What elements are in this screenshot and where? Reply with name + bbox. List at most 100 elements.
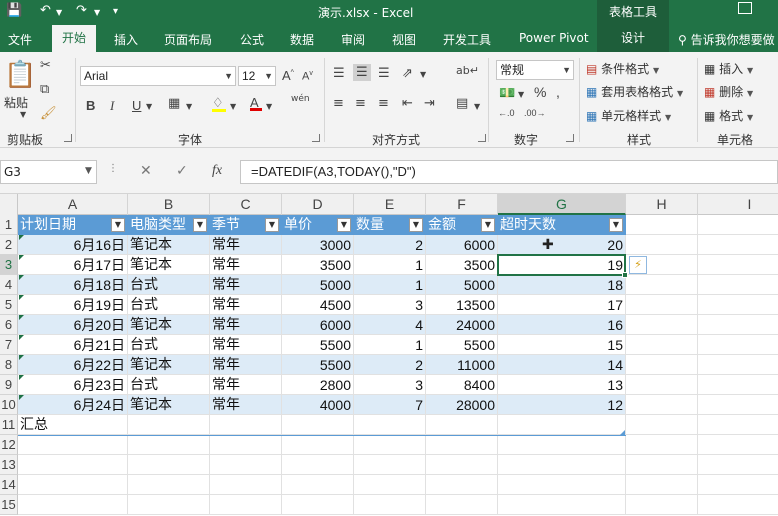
grid-cell[interactable]	[626, 215, 698, 235]
table-cell[interactable]: 常年	[210, 315, 282, 335]
row-header-14[interactable]: 14	[0, 475, 18, 495]
comma-style-icon[interactable]: ,	[556, 84, 560, 100]
table-cell[interactable]: 1	[354, 275, 426, 295]
row-header-2[interactable]: 2	[0, 235, 18, 255]
table-cell[interactable]: 28000	[426, 395, 498, 415]
alignment-launcher-icon[interactable]	[478, 134, 486, 142]
save-icon[interactable]: 💾	[6, 3, 22, 18]
merge-dropdown-icon[interactable]: ▼	[474, 102, 480, 111]
decrease-decimal-icon[interactable]: .00→	[524, 108, 546, 118]
table-resize-handle[interactable]	[620, 430, 625, 435]
table-cell[interactable]: 台式	[128, 295, 210, 315]
paste-icon[interactable]: 📋	[4, 60, 36, 90]
format-painter-icon[interactable]: 🖌	[40, 106, 57, 121]
error-indicator-icon[interactable]	[19, 295, 24, 300]
table-cell[interactable]: 6月22日	[18, 355, 128, 375]
increase-font-icon[interactable]: A^	[282, 68, 294, 83]
grid-cell[interactable]	[626, 455, 698, 475]
grid-cell[interactable]	[210, 495, 282, 515]
number-format-combo[interactable]: 常规 ▼	[496, 60, 574, 80]
formula-input[interactable]: =DATEDIF(A3,TODAY(),"D")	[240, 160, 778, 184]
table-cell[interactable]: 8400	[426, 375, 498, 395]
table-cell[interactable]: 2	[354, 355, 426, 375]
grid-cell[interactable]	[498, 415, 626, 435]
table-cell[interactable]: 3500	[282, 255, 354, 275]
table-cell[interactable]: 13	[498, 375, 626, 395]
filter-dropdown-icon[interactable]: ▼	[337, 218, 351, 232]
font-color-dropdown-icon[interactable]: ▼	[266, 102, 272, 111]
align-left-icon[interactable]: ≡	[333, 96, 344, 111]
fill-handle[interactable]	[622, 272, 628, 278]
table-cell[interactable]: 6月20日	[18, 315, 128, 335]
row-header-4[interactable]: 4	[0, 275, 18, 295]
filter-dropdown-icon[interactable]: ▼	[609, 218, 623, 232]
tab-insert[interactable]: 插入	[114, 31, 138, 48]
table-cell[interactable]: 2800	[282, 375, 354, 395]
row-header-11[interactable]: 11	[0, 415, 18, 435]
table-cell[interactable]: 4000	[282, 395, 354, 415]
tab-file[interactable]: 文件	[8, 31, 32, 48]
underline-button[interactable]: U	[132, 98, 141, 113]
grid-cell[interactable]	[128, 435, 210, 455]
grid-cell[interactable]	[426, 435, 498, 455]
font-launcher-icon[interactable]	[312, 134, 320, 142]
underline-dropdown-icon[interactable]: ▼	[146, 102, 152, 111]
grid-cell[interactable]	[698, 335, 778, 355]
grid-cell[interactable]	[626, 435, 698, 455]
column-header-i[interactable]: I	[698, 194, 778, 215]
column-header-a[interactable]: A	[18, 194, 128, 215]
redo-dropdown-icon[interactable]: ▼	[94, 8, 100, 17]
table-cell[interactable]: 6000	[282, 315, 354, 335]
error-indicator-icon[interactable]	[19, 375, 24, 380]
row-header-7[interactable]: 7	[0, 335, 18, 355]
grid-cell[interactable]	[698, 455, 778, 475]
wrap-text-icon[interactable]: ab↵	[456, 64, 479, 77]
fill-dropdown-icon[interactable]: ▼	[230, 102, 236, 111]
row-header-5[interactable]: 5	[0, 295, 18, 315]
table-cell[interactable]: 常年	[210, 295, 282, 315]
table-cell[interactable]: 3000	[282, 235, 354, 255]
table-cell[interactable]: 3	[354, 295, 426, 315]
grid-cell[interactable]	[626, 475, 698, 495]
copy-icon[interactable]: ⧉	[40, 82, 49, 97]
table-cell[interactable]: 5500	[282, 335, 354, 355]
grid-cell[interactable]	[354, 455, 426, 475]
grid-cell[interactable]	[626, 495, 698, 515]
grid-cell[interactable]	[210, 475, 282, 495]
table-cell[interactable]: 13500	[426, 295, 498, 315]
grid-cell[interactable]	[498, 475, 626, 495]
paste-dropdown-icon[interactable]: ▼	[20, 110, 26, 119]
align-bottom-icon[interactable]: ☰	[378, 66, 390, 81]
table-cell[interactable]: 14	[498, 355, 626, 375]
align-middle-icon[interactable]: ☰	[353, 64, 371, 81]
grid-cell[interactable]	[128, 415, 210, 435]
phonetic-guide-icon[interactable]: wén	[291, 94, 310, 104]
grid-cell[interactable]	[426, 495, 498, 515]
grid-cell[interactable]	[698, 215, 778, 235]
grid-cell[interactable]	[626, 335, 698, 355]
cancel-icon[interactable]: ✕	[140, 163, 152, 179]
delete-cells-button[interactable]: ▦ 删除 ▼	[704, 83, 753, 100]
grid-cell[interactable]	[354, 475, 426, 495]
tab-review[interactable]: 审阅	[341, 31, 365, 48]
accounting-dropdown-icon[interactable]: ▼	[518, 90, 524, 99]
align-right-icon[interactable]: ≡	[378, 96, 389, 111]
name-box[interactable]: G3	[0, 160, 97, 184]
error-indicator-icon[interactable]	[19, 395, 24, 400]
column-header-f[interactable]: F	[426, 194, 498, 215]
row-header-3[interactable]: 3	[0, 255, 18, 275]
redo-icon[interactable]: ↷	[76, 3, 87, 18]
grid-cell[interactable]	[626, 295, 698, 315]
grid-cell[interactable]	[698, 355, 778, 375]
customize-toolbar-icon[interactable]: ▾	[113, 6, 118, 17]
accounting-format-icon[interactable]: 💵	[499, 86, 515, 101]
enter-icon[interactable]: ✓	[176, 163, 188, 179]
grid-cell[interactable]	[426, 455, 498, 475]
table-cell[interactable]: 1	[354, 255, 426, 275]
table-cell[interactable]: 常年	[210, 275, 282, 295]
align-top-icon[interactable]: ☰	[333, 66, 345, 81]
filter-dropdown-icon[interactable]: ▼	[193, 218, 207, 232]
table-cell[interactable]: 4500	[282, 295, 354, 315]
grid-cell[interactable]	[698, 255, 778, 275]
table-cell[interactable]: 6月17日	[18, 255, 128, 275]
